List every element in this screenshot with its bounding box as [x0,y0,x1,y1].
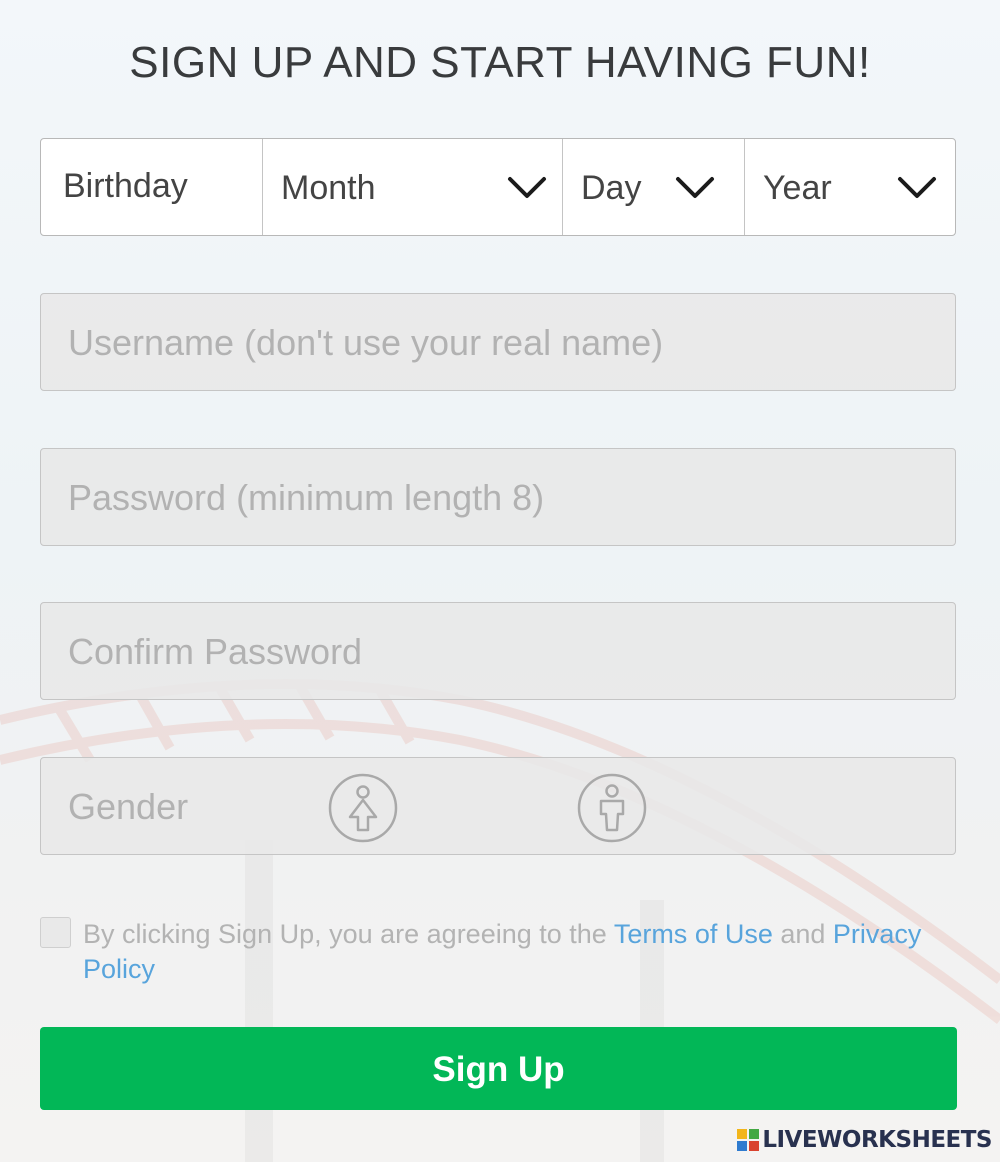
year-select-value: Year [763,169,832,207]
liveworksheets-watermark: LIVEWORKSHEETS [737,1124,992,1156]
day-select-value: Day [581,169,642,207]
confirm-password-input[interactable]: Confirm Password [40,602,956,700]
terms-of-use-link[interactable]: Terms of Use [614,919,773,949]
terms-text: By clicking Sign Up, you are agreeing to… [83,917,956,987]
terms-middle: and [772,919,833,949]
chevron-down-icon [676,177,714,198]
username-input[interactable]: Username (don't use your real name) [40,293,956,391]
gender-field: Gender [40,757,956,855]
password-input[interactable]: Password (minimum length 8) [40,448,956,546]
page-title: SIGN UP AND START HAVING FUN! [129,38,871,87]
watermark-text: LIVEWORKSHEETS [762,1127,992,1153]
birthday-label: Birthday [41,139,263,235]
terms-agreement: By clicking Sign Up, you are agreeing to… [40,915,956,995]
username-placeholder: Username (don't use your real name) [68,322,664,363]
month-select-value: Month [281,169,376,207]
female-icon[interactable] [327,772,399,844]
signup-form: SIGN UP AND START HAVING FUN! Birthday M… [0,0,1000,1162]
month-select[interactable]: Month [263,139,563,235]
chevron-down-icon [898,177,936,198]
liveworksheets-logo-icon [737,1129,760,1151]
male-icon[interactable] [576,772,648,844]
gender-label: Gender [68,786,189,827]
year-select[interactable]: Year [745,139,955,235]
terms-checkbox[interactable] [40,917,71,948]
day-select[interactable]: Day [563,139,745,235]
confirm-password-placeholder: Confirm Password [68,631,363,672]
chevron-down-icon [508,177,546,198]
terms-prefix: By clicking Sign Up, you are agreeing to… [83,919,614,949]
birthday-row: Birthday Month Day Year [40,138,956,236]
sign-up-button[interactable]: Sign Up [40,1027,957,1110]
password-placeholder: Password (minimum length 8) [68,477,545,518]
